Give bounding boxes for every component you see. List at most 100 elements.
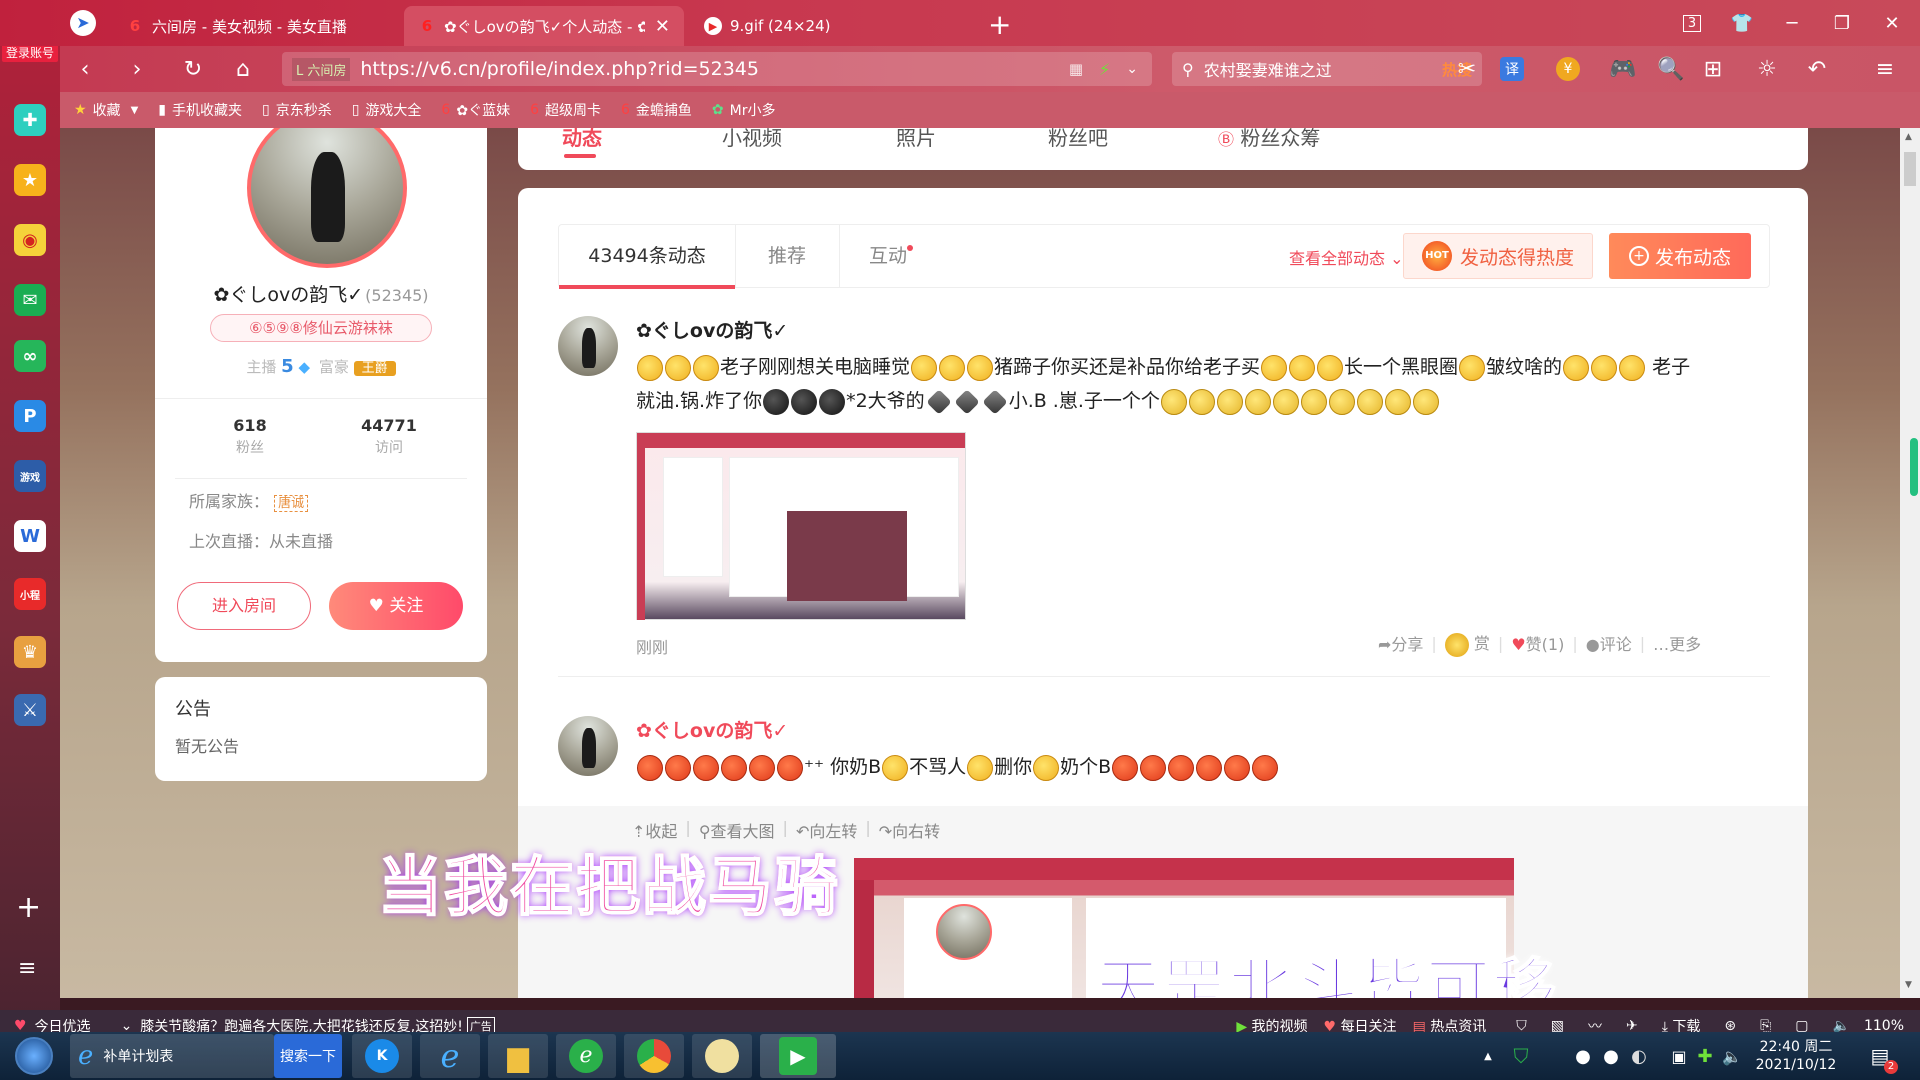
bookmark-mrxiaoduo[interactable]: ✿ Mr小多 xyxy=(712,100,776,120)
navigate-icon[interactable]: ➤ xyxy=(70,10,96,36)
bookmark-jd[interactable]: ▯ 京东秒杀 xyxy=(262,100,332,120)
tab-gif[interactable]: ▶ 9.gif (24×24) xyxy=(690,6,970,46)
bookmark-mobile[interactable]: ▮ 手机收藏夹 xyxy=(158,100,242,120)
share-button[interactable]: ➦分享 xyxy=(1378,631,1423,655)
game-2-icon[interactable]: ⚔ xyxy=(14,694,46,726)
favorite-star-icon[interactable]: ★ xyxy=(14,164,46,196)
tray-360-icon[interactable]: ✚ xyxy=(1692,1034,1718,1078)
search-input[interactable]: ⚲ 农村娶妻难谁之过 热搜 xyxy=(1172,52,1482,86)
taskbar-explorer-icon[interactable]: ▆ xyxy=(488,1034,548,1078)
plus-app-icon[interactable]: ✚ xyxy=(14,104,46,136)
magnifier-icon[interactable]: 🔍 xyxy=(1656,54,1686,84)
taskbar-search-button[interactable]: 搜索一下 xyxy=(274,1034,342,1078)
menu-icon[interactable]: ≡ xyxy=(18,956,36,981)
tray-qq-2-icon[interactable]: ● xyxy=(1598,1034,1624,1078)
home-icon[interactable]: ⌂ xyxy=(228,54,258,84)
tab-photos[interactable]: 照片 xyxy=(896,128,936,151)
tab-recommend[interactable]: 推荐 xyxy=(735,225,839,287)
tray-app-icon[interactable]: ◐ xyxy=(1626,1034,1652,1078)
bookmark-weekcard[interactable]: 6 超级周卡 xyxy=(530,100,601,120)
restore-icon[interactable]: ❐ xyxy=(1822,8,1862,38)
taskbar-browser-icon[interactable]: ℯ xyxy=(556,1034,616,1078)
back-icon[interactable]: ‹ xyxy=(70,54,100,84)
tab-profile[interactable]: 6 ✿ぐしovの韵飞✓个人动态 - ✿ ✕ xyxy=(404,6,684,46)
scissors-icon[interactable]: ✂ xyxy=(1452,54,1482,84)
tray-network-icon[interactable]: ▣ xyxy=(1666,1034,1692,1078)
tab-liujianfang[interactable]: 6 六间房 - 美女视频 - 美女直播 xyxy=(112,6,398,46)
game-portal-icon[interactable]: 游戏 xyxy=(14,460,46,492)
taskbar-chrome-icon[interactable] xyxy=(624,1034,684,1078)
reward-button[interactable]: 赏 xyxy=(1444,630,1490,657)
page-scrollbar[interactable]: ▲ ▼ xyxy=(1900,128,1920,998)
url-field[interactable]: L 六间房 https://v6.cn/profile/index.php?ri… xyxy=(282,52,1152,86)
like-button[interactable]: ♥赞(1) xyxy=(1511,631,1564,655)
side-scroll-handle[interactable] xyxy=(1910,438,1918,496)
more-button[interactable]: …更多 xyxy=(1653,631,1701,655)
brightness-icon[interactable]: ☼ xyxy=(1752,54,1782,84)
post-image[interactable] xyxy=(636,432,966,620)
link-app-icon[interactable]: ∞ xyxy=(14,340,46,372)
tray-speaker-icon[interactable]: 🔈 xyxy=(1718,1034,1746,1078)
bookmark-fishing[interactable]: 6 金蟾捕鱼 xyxy=(621,100,692,120)
qr-icon[interactable]: ▦ xyxy=(1069,60,1083,78)
view-all-dropdown[interactable]: 查看全部动态 ⌄ xyxy=(1289,245,1404,269)
bookmark-lanmei[interactable]: 6 ✿ぐ蓝妹 xyxy=(441,100,510,120)
clock[interactable]: 22:40 周二 2021/10/12 xyxy=(1748,1034,1844,1078)
tab-crowdfund[interactable]: Ⓑ 粉丝众筹 xyxy=(1218,128,1320,151)
add-icon[interactable]: + xyxy=(16,890,41,925)
comment-button[interactable]: ●评论 xyxy=(1586,631,1632,655)
tab-dynamic[interactable]: 动态 xyxy=(562,128,602,151)
family-badge[interactable]: 唐诚 xyxy=(274,495,309,512)
mail-icon[interactable]: ✉ xyxy=(14,284,46,316)
tab-all-dynamics[interactable]: 43494条动态 xyxy=(559,225,735,287)
close-window-icon[interactable]: ✕ xyxy=(1872,8,1912,38)
minimize-icon[interactable]: ─ xyxy=(1772,8,1812,38)
post-avatar[interactable] xyxy=(558,716,618,776)
tray-shield-icon[interactable]: ⛉ xyxy=(1508,1034,1534,1078)
undo-icon[interactable]: ↶ xyxy=(1802,54,1832,84)
taskbar-ie-icon[interactable]: ℯ xyxy=(420,1034,480,1078)
taskbar-kugou-icon[interactable]: K xyxy=(352,1034,412,1078)
taskbar-game-icon[interactable] xyxy=(692,1034,752,1078)
p-app-icon[interactable]: P xyxy=(14,400,46,432)
coin-icon[interactable]: ¥ xyxy=(1556,57,1580,81)
gamepad-icon[interactable]: 🎮 xyxy=(1608,54,1638,84)
notification-center-icon[interactable]: ▤ 2 xyxy=(1860,1034,1900,1078)
enter-room-button[interactable]: 进入房间 xyxy=(177,582,311,630)
tab-fan-bar[interactable]: 粉丝吧 xyxy=(1048,128,1108,151)
tray-qq-icon[interactable]: ● xyxy=(1570,1034,1596,1078)
visits-stat[interactable]: 44771 访问 xyxy=(339,416,439,457)
main-menu-icon[interactable]: ≡ xyxy=(1870,54,1900,84)
rotate-right-button[interactable]: ↷向右转 xyxy=(879,818,940,842)
post-author[interactable]: ✿ぐしovの韵飞✓ xyxy=(636,716,788,743)
weibo-icon[interactable]: ◉ xyxy=(14,224,46,256)
refresh-icon[interactable]: ↻ xyxy=(178,54,208,84)
skin-icon[interactable]: 👕 xyxy=(1722,8,1762,38)
taskbar-player-icon[interactable]: ▶ xyxy=(760,1034,836,1078)
tab-interact[interactable]: 互动 xyxy=(839,225,943,287)
forward-icon[interactable]: › xyxy=(122,54,152,84)
heat-button[interactable]: HOT 发动态得热度 xyxy=(1403,233,1593,279)
bookmark-games[interactable]: ▯ 游戏大全 xyxy=(352,100,422,120)
new-tab-icon[interactable]: + xyxy=(988,8,1011,41)
translate-icon[interactable]: 译 xyxy=(1500,57,1524,81)
close-tab-icon[interactable]: ✕ xyxy=(645,16,670,37)
game-icon[interactable]: ♛ xyxy=(14,636,46,668)
fans-stat[interactable]: 618 粉丝 xyxy=(200,416,300,457)
start-button[interactable] xyxy=(4,1034,64,1078)
tab-count-icon[interactable]: 3 xyxy=(1672,8,1712,38)
tab-short-video[interactable]: 小视频 xyxy=(722,128,782,151)
publish-button[interactable]: + 发布动态 xyxy=(1609,233,1751,279)
post-author[interactable]: ✿ぐしovの韵飞✓ xyxy=(636,316,788,343)
scroll-thumb[interactable] xyxy=(1904,152,1916,186)
follow-button[interactable]: ♥ 关注 xyxy=(329,582,463,630)
tray-expand-icon[interactable]: ▲ xyxy=(1476,1034,1500,1078)
post-avatar[interactable] xyxy=(558,316,618,376)
apps-grid-icon[interactable]: ⊞ xyxy=(1698,54,1728,84)
login-button[interactable]: 登录账号 xyxy=(2,44,58,62)
bookmark-favorites[interactable]: ★ 收藏 ▼ xyxy=(74,100,138,120)
lightning-icon[interactable]: ⚡ xyxy=(1099,60,1110,79)
chevron-down-icon[interactable]: ⌄ xyxy=(1126,61,1138,77)
mini-app-icon[interactable]: 小程 xyxy=(14,578,46,610)
taskbar-app-ie[interactable]: ℯ 补单计划表 xyxy=(70,1034,274,1078)
